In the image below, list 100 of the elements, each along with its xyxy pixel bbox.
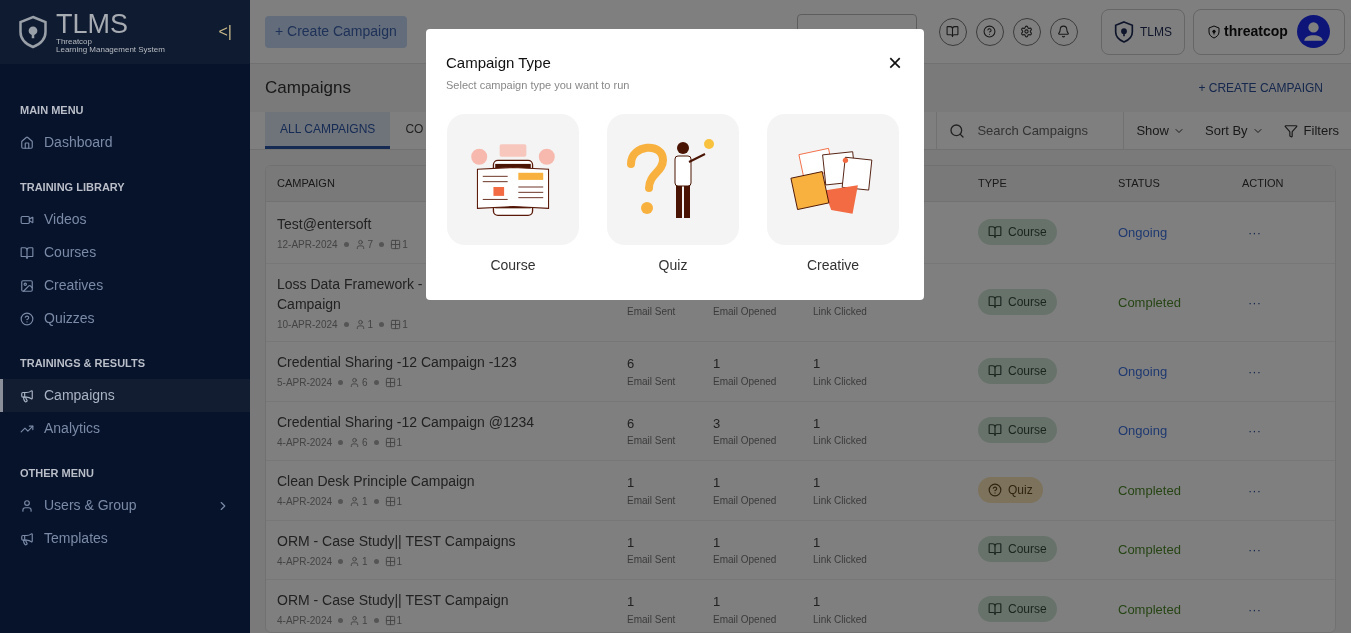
sort-dropdown[interactable]: Sort By	[1205, 120, 1264, 141]
grid-icon	[384, 436, 396, 448]
campaign-type-label[interactable]: Quiz	[658, 254, 688, 276]
menu-item[interactable]: Campaigns	[0, 379, 250, 412]
stat-value: 3	[713, 414, 722, 433]
stat-label: Link Clicked	[813, 305, 868, 319]
more-button[interactable]: ···	[1242, 421, 1261, 441]
filters-button[interactable]: Filters	[1283, 120, 1339, 141]
book-icon	[988, 225, 1002, 239]
more-button[interactable]: ···	[1242, 480, 1261, 500]
stat-label: Email Opened	[713, 434, 778, 448]
campaign-name[interactable]: Clean Desk Principle Campaign	[277, 471, 627, 492]
stat-label: Link Clicked	[813, 434, 868, 448]
create-campaign-button[interactable]: + Create Campaign	[265, 15, 407, 48]
user-icon	[349, 615, 361, 627]
menu-heading: TRAINING LIBRARY	[19, 179, 126, 195]
column-header: CAMPAIGN	[276, 176, 336, 192]
avatar-icon[interactable]	[1297, 15, 1330, 48]
dot-separator	[373, 439, 379, 445]
campaign-type-label[interactable]: Creative	[806, 254, 860, 276]
book-icon	[988, 423, 1002, 438]
dot-separator	[379, 241, 385, 247]
stat-value: 1	[713, 474, 722, 492]
dot-separator	[373, 618, 379, 624]
user-icon	[349, 377, 361, 389]
shield-logo-icon	[18, 14, 48, 50]
stat-label: Link Clicked	[813, 612, 868, 627]
column-header: TYPE	[978, 176, 1008, 192]
type-tag: Course	[978, 417, 1057, 444]
create-campaign-link[interactable]: + CREATE CAMPAIGN	[1198, 79, 1323, 97]
dot-separator	[338, 618, 344, 624]
type-tag: Course	[978, 357, 1057, 384]
grid-icon	[384, 377, 396, 389]
menu-item[interactable]: Courses	[0, 236, 250, 269]
group-count: 1	[396, 614, 403, 629]
status-text: Completed	[1118, 600, 1182, 619]
menu-item[interactable]: Users & Group	[0, 489, 250, 522]
menu-item[interactable]: Quizzes	[0, 302, 250, 335]
tab[interactable]: ALL CAMPAIGNS	[265, 112, 391, 149]
more-button[interactable]: ···	[1242, 361, 1261, 381]
campaign-type-card[interactable]	[607, 113, 739, 245]
more-button[interactable]: ···	[1242, 292, 1261, 313]
stat-value: 1	[813, 474, 822, 492]
user-count: 1	[367, 317, 374, 332]
show-dropdown[interactable]: Show	[1136, 120, 1185, 141]
campaign-date: 4-APR-2024	[277, 495, 333, 510]
group-count: 1	[396, 435, 403, 450]
more-button[interactable]: ···	[1242, 222, 1261, 243]
user-icon	[354, 238, 366, 250]
campaign-name[interactable]: ORM - Case Study|| TEST Campaigns	[277, 530, 627, 551]
menu-item[interactable]: Creatives	[0, 269, 250, 302]
status-text: Completed	[1118, 541, 1182, 559]
column-header: ACTION	[1242, 176, 1284, 192]
dot-separator	[343, 241, 349, 247]
menu-item[interactable]: Videos	[0, 203, 250, 236]
grid-icon	[390, 238, 402, 250]
collapse-button[interactable]: <|	[218, 20, 232, 44]
campaign-name[interactable]: ORM - Case Study|| TEST Campaign	[277, 590, 627, 611]
dot-separator	[373, 499, 379, 505]
group-count: 1	[396, 495, 403, 510]
dot-separator	[373, 380, 379, 386]
book-icon	[20, 245, 34, 260]
grid-icon	[384, 555, 396, 567]
book-icon	[988, 542, 1002, 557]
stat-label: Email Sent	[627, 493, 677, 508]
campaign-name[interactable]: Credential Sharing -12 Campaign -123	[277, 352, 627, 373]
type-tag: Quiz	[978, 476, 1043, 503]
more-button[interactable]: ···	[1242, 599, 1261, 619]
status-text: Completed	[1118, 293, 1182, 312]
dialog-subtitle: Select campaign type you want to run	[446, 78, 631, 93]
stat-label: Email Opened	[713, 493, 778, 508]
campaign-name[interactable]: Credential Sharing -12 Campaign @1234	[277, 411, 627, 432]
campaign-type-label[interactable]: Course	[490, 254, 536, 276]
tlms-button[interactable]: TLMS	[1101, 8, 1185, 55]
status-text: Completed	[1118, 481, 1182, 500]
search-field[interactable]: Search Campaigns	[977, 120, 1118, 141]
book-icon	[988, 363, 1002, 378]
dot-separator	[379, 321, 385, 327]
dot-separator	[338, 558, 344, 564]
dot-separator	[343, 321, 349, 327]
grid-icon	[384, 496, 396, 508]
shield-icon	[1208, 24, 1220, 39]
dot-separator	[373, 558, 379, 564]
stat-label: Email Sent	[627, 374, 677, 389]
grid-icon	[384, 615, 396, 627]
menu-item[interactable]: Analytics	[0, 412, 250, 445]
campaign-type-card[interactable]	[447, 113, 579, 245]
user-icon	[349, 436, 361, 448]
menu-item[interactable]: Dashboard	[0, 126, 250, 159]
column-header: STATUS	[1118, 176, 1161, 192]
dot-separator	[338, 380, 344, 386]
image-icon	[20, 278, 34, 293]
menu-item[interactable]: Templates	[0, 522, 250, 555]
help-icon	[988, 482, 1002, 497]
stat-label: Email Sent	[627, 305, 677, 319]
close-button[interactable]: ×	[888, 51, 902, 75]
type-tag: Course	[978, 595, 1057, 622]
more-button[interactable]: ···	[1242, 540, 1261, 560]
filter-icon	[1283, 123, 1298, 138]
stat-value: 1	[813, 533, 822, 552]
